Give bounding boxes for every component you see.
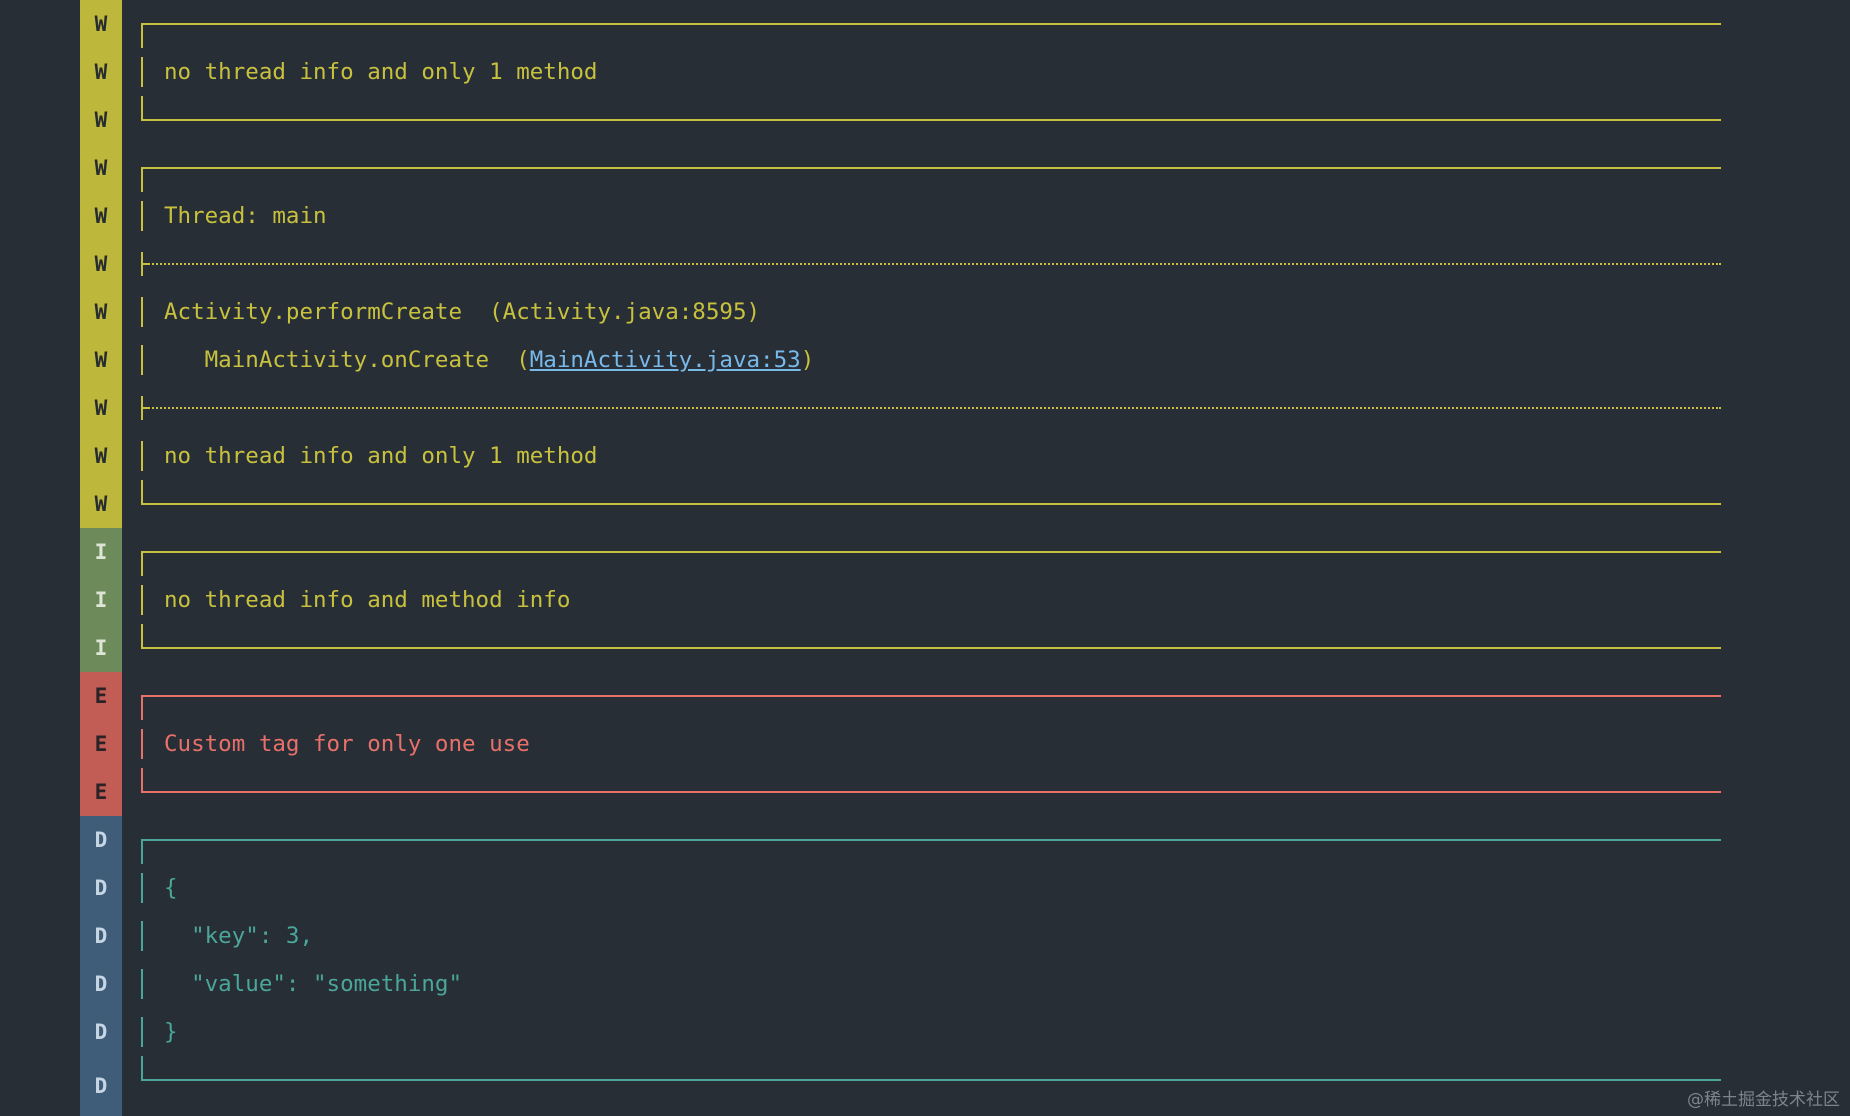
log-text: Thread: main [164,203,327,229]
level-badge: E [80,672,122,720]
level-badge: W [80,288,122,336]
stack-frame-suffix: ) [800,347,815,373]
box-bottom-border [141,480,1721,528]
source-link[interactable]: MainActivity.java:53 [530,347,801,373]
log-line: no thread info and only 1 method [141,432,1721,480]
box-top-border [141,0,1721,48]
log-text: no thread info and only 1 method [164,443,598,469]
log-text: no thread info and only 1 method [164,59,598,85]
log-text: Custom tag for only one use [164,731,530,757]
level-badge: D [80,864,122,912]
level-badge: W [80,96,122,144]
watermark: @稀土掘金技术社区 [1687,1090,1840,1110]
level-badge: I [80,624,122,672]
log-level-gutter: W W W W W W W W W W W I I I E E E D D D … [80,0,122,1116]
level-badge: D [80,912,122,960]
log-text: Activity.performCreate (Activity.java:85… [164,299,761,325]
level-badge: W [80,48,122,96]
box-top-border [141,144,1721,192]
level-badge: I [80,528,122,576]
box-divider [141,240,1721,288]
level-badge: D [80,1008,122,1056]
level-badge: W [80,240,122,288]
log-output: no thread info and only 1 method Thread:… [141,0,1721,1116]
log-line: no thread info and only 1 method [141,48,1721,96]
box-bottom-border [141,768,1721,816]
log-text: MainActivity.onCreate (MainActivity.java… [164,336,815,384]
level-badge: W [80,432,122,480]
level-badge: D [80,816,122,864]
level-badge: D [80,1056,122,1116]
level-badge: D [80,960,122,1008]
level-badge: W [80,144,122,192]
level-badge: W [80,0,122,48]
log-text: } [164,1019,178,1045]
log-text: "value": "something" [164,971,463,997]
log-line: { [141,864,1721,912]
log-text: "key": 3, [164,923,314,949]
level-badge: W [80,336,122,384]
level-badge: E [80,720,122,768]
level-badge: W [80,384,122,432]
level-badge: I [80,576,122,624]
box-top-border [141,816,1721,864]
level-badge: W [80,192,122,240]
level-badge: E [80,768,122,816]
log-line: "value": "something" [141,960,1721,1008]
box-top-border [141,528,1721,576]
log-line: } [141,1008,1721,1056]
log-line: Thread: main [141,192,1721,240]
box-top-border [141,672,1721,720]
log-line: Activity.performCreate (Activity.java:85… [141,288,1721,336]
log-line: no thread info and method info [141,576,1721,624]
log-line: MainActivity.onCreate (MainActivity.java… [141,336,1721,384]
box-divider [141,384,1721,432]
log-text: { [164,875,178,901]
box-bottom-border [141,624,1721,672]
stack-frame-prefix: MainActivity.onCreate ( [164,347,530,373]
box-bottom-border [141,1056,1721,1104]
level-badge: W [80,480,122,528]
log-text: no thread info and method info [164,587,571,613]
log-line: Custom tag for only one use [141,720,1721,768]
log-line: "key": 3, [141,912,1721,960]
box-bottom-border [141,96,1721,144]
